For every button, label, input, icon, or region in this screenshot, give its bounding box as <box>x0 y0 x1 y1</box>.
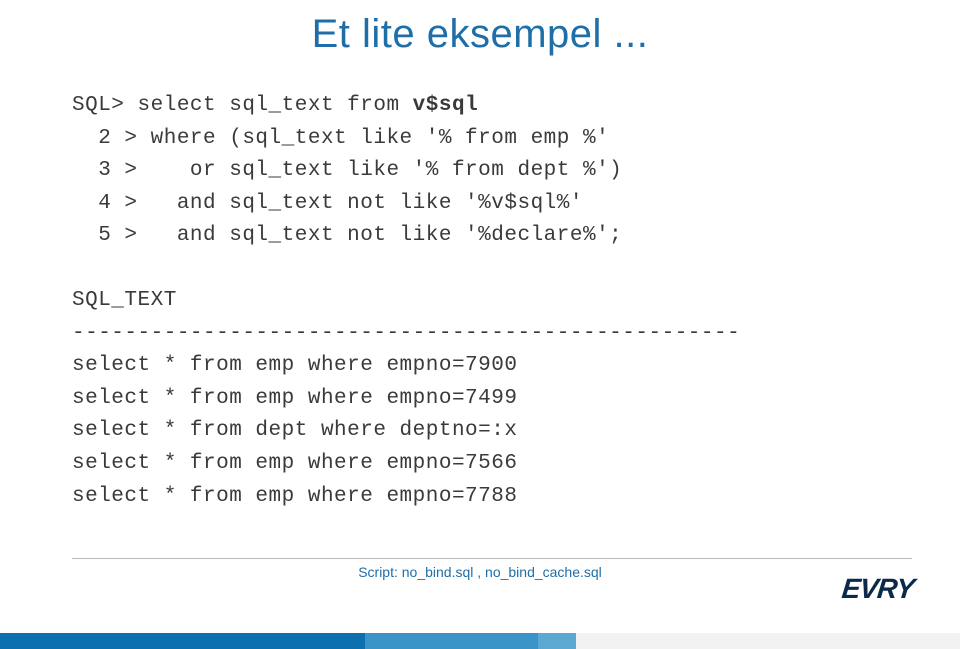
evry-logo: EVRY <box>841 573 916 605</box>
slide: Et lite eksempel ... SQL> select sql_tex… <box>0 0 960 649</box>
footer-seg <box>0 633 365 649</box>
result-header: SQL_TEXT <box>72 285 892 318</box>
slide-title: Et lite eksempel ... <box>0 12 960 57</box>
code-line: SQL> select sql_text from v$sql <box>72 90 892 123</box>
footer-strip <box>0 633 960 649</box>
script-note: Script: no_bind.sql , no_bind_cache.sql <box>0 564 960 580</box>
code-block: SQL> select sql_text from v$sql 2 > wher… <box>72 90 892 513</box>
result-row: select * from emp where empno=7499 <box>72 383 892 416</box>
result-divider: ----------------------------------------… <box>72 318 892 351</box>
result-row: select * from emp where empno=7900 <box>72 350 892 383</box>
result-row: select * from emp where empno=7566 <box>72 448 892 481</box>
footer-seg <box>538 633 576 649</box>
code-bold: v$sql <box>413 94 479 117</box>
code-line: 5 > and sql_text not like '%declare%'; <box>72 220 892 253</box>
footer-seg <box>576 633 960 649</box>
result-row: select * from emp where empno=7788 <box>72 481 892 514</box>
code-line <box>72 253 892 286</box>
code-line: 4 > and sql_text not like '%v$sql%' <box>72 188 892 221</box>
result-row: select * from dept where deptno=:x <box>72 415 892 448</box>
code-text: SQL> select sql_text from <box>72 94 413 117</box>
horizontal-rule <box>72 558 912 559</box>
code-line: 3 > or sql_text like '% from dept %') <box>72 155 892 188</box>
code-line: 2 > where (sql_text like '% from emp %' <box>72 123 892 156</box>
footer-seg <box>365 633 538 649</box>
